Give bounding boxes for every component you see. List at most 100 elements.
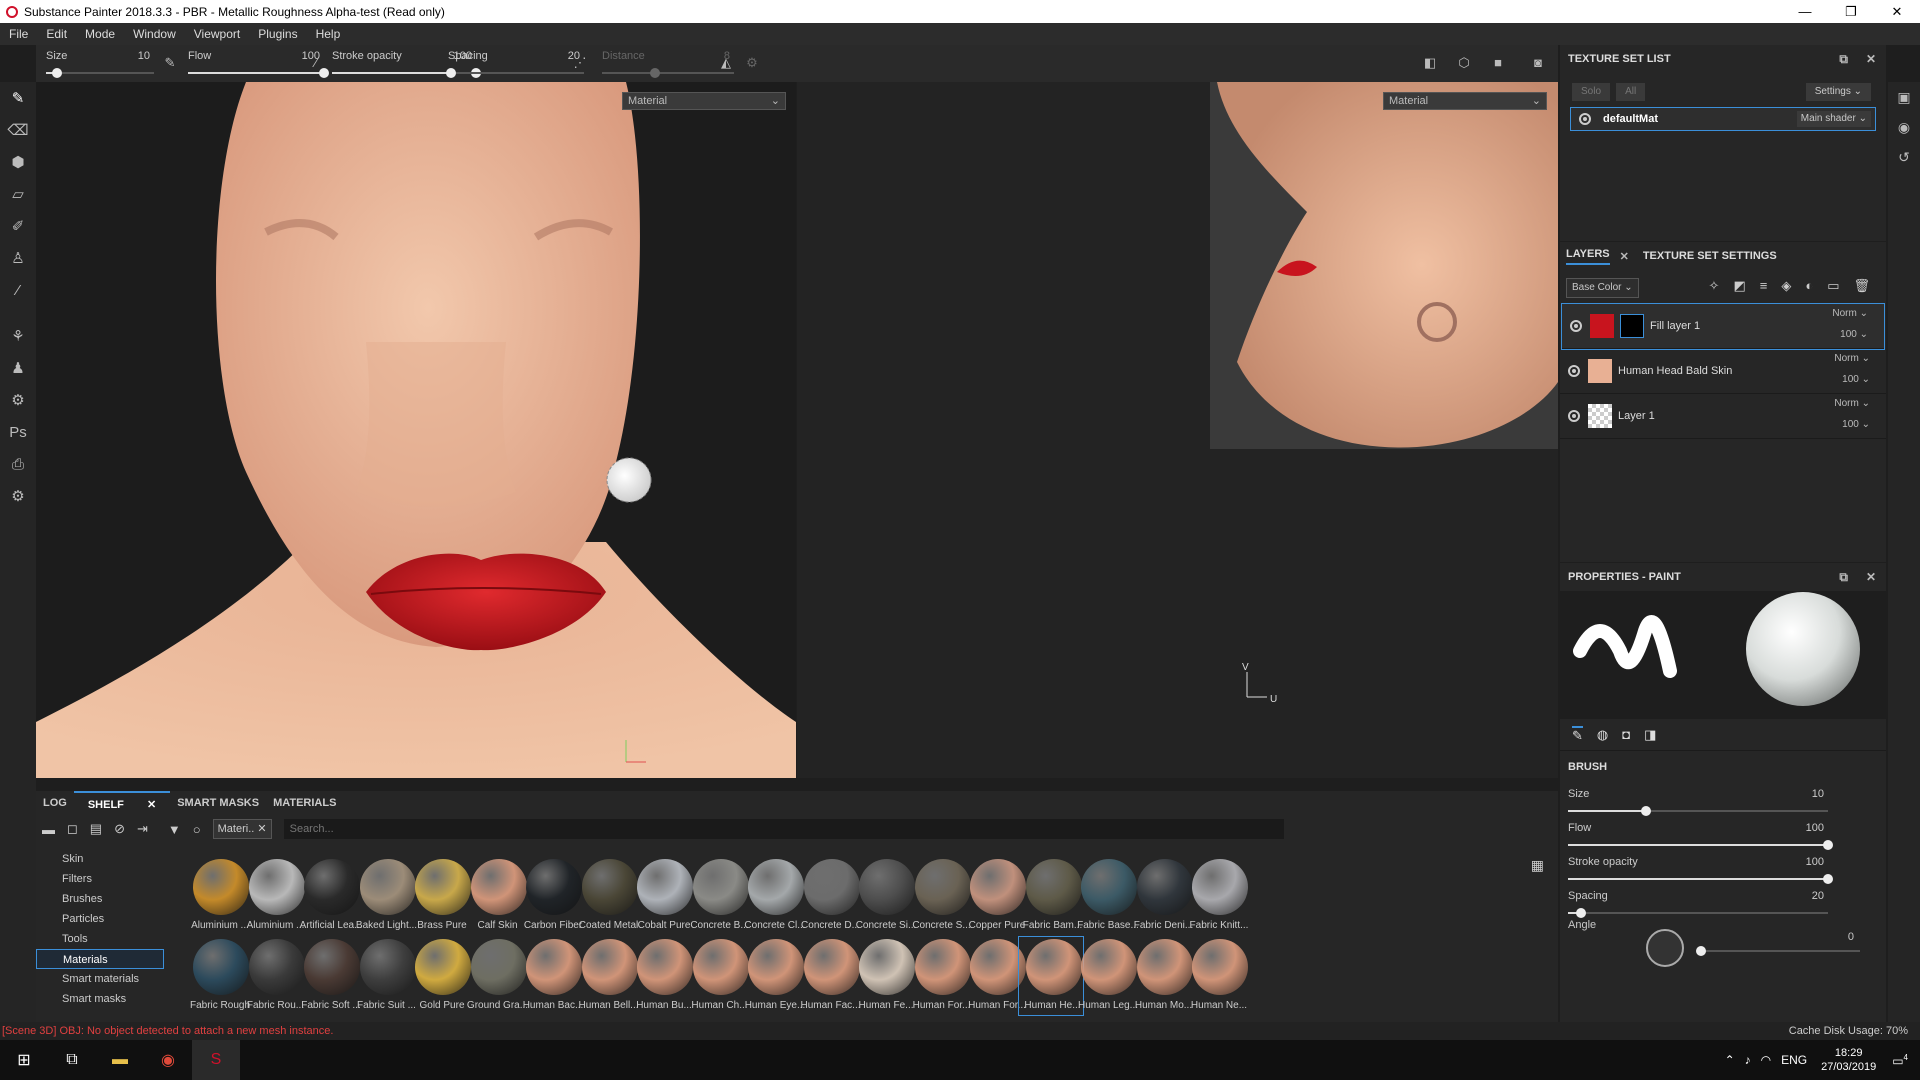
- hide-icon[interactable]: ⊘: [114, 821, 125, 837]
- category-smart-materials[interactable]: Smart materials: [36, 969, 164, 989]
- viewport-2d-material-dropdown[interactable]: Material ⌄: [1383, 92, 1547, 110]
- tab-texture-set-settings[interactable]: TEXTURE SET SETTINGS: [1643, 250, 1777, 262]
- chrome-icon[interactable]: ◉: [144, 1040, 192, 1080]
- material-item[interactable]: Aluminium ...: [242, 857, 306, 935]
- symmetry-icon[interactable]: ◭: [718, 55, 734, 71]
- add-effect-icon[interactable]: ✧: [1709, 278, 1720, 294]
- delete-layer-icon[interactable]: 🗑: [1853, 278, 1870, 294]
- history-icon[interactable]: ↺: [1888, 142, 1920, 172]
- opacity-field[interactable]: 100 ⌄: [1842, 419, 1870, 430]
- file-explorer-icon[interactable]: ▬: [96, 1040, 144, 1080]
- pen-pressure-icon[interactable]: ✎: [162, 55, 178, 71]
- category-particles[interactable]: Particles: [36, 909, 164, 929]
- panel-close-icon[interactable]: ✕: [1866, 570, 1876, 585]
- stencil-tab-icon[interactable]: ◨: [1644, 727, 1656, 743]
- material-item[interactable]: Concrete Cl...: [741, 857, 806, 935]
- settings-dropdown[interactable]: Settings ⌄: [1805, 83, 1871, 101]
- material-item[interactable]: Calf Skin: [464, 857, 528, 935]
- material-item[interactable]: Fabric Rough: [186, 937, 250, 1015]
- material-item[interactable]: Fabric Rou...: [242, 937, 306, 1015]
- prop-stroke-opacity-slider[interactable]: Stroke opacity 100: [1568, 854, 1833, 888]
- toolbar-size-slider[interactable]: Size 10: [46, 48, 154, 80]
- material-item[interactable]: Human Ne...: [1185, 937, 1249, 1015]
- layer-row-human-head-bald-skin[interactable]: Human Head Bald Skin Norm ⌄ 100 ⌄: [1560, 349, 1886, 394]
- language-indicator[interactable]: ENG: [1781, 1053, 1807, 1067]
- material-item[interactable]: Human Leg...: [1074, 937, 1138, 1015]
- material-item[interactable]: Fabric Knitt...: [1185, 857, 1249, 935]
- iray-icon[interactable]: ⚙: [0, 384, 36, 416]
- angle-slider-knob[interactable]: [1696, 946, 1706, 956]
- material-item[interactable]: Human Bac...: [519, 937, 583, 1015]
- maximize-button[interactable]: ❐: [1828, 0, 1874, 23]
- clone-icon[interactable]: ♙: [0, 242, 36, 274]
- close-icon[interactable]: ✕: [140, 799, 163, 811]
- screenshot-icon[interactable]: ◙: [1530, 55, 1546, 71]
- new-shelf-icon[interactable]: ◻: [67, 821, 78, 837]
- material-item[interactable]: Human Bu...: [630, 937, 694, 1015]
- material-item[interactable]: Gold Pure: [408, 937, 472, 1015]
- opacity-field[interactable]: 100 ⌄: [1842, 374, 1870, 385]
- substance-painter-taskbar-icon[interactable]: S: [192, 1040, 240, 1080]
- material-item[interactable]: Human Mo...: [1130, 937, 1194, 1015]
- settings-gear-icon[interactable]: ⚙: [0, 480, 36, 512]
- bake-icon[interactable]: ⚘: [0, 320, 36, 352]
- material-item[interactable]: Concrete Si...: [852, 857, 916, 935]
- projection-icon[interactable]: ⬢: [0, 146, 36, 178]
- visibility-eye-icon[interactable]: [1579, 113, 1591, 125]
- viewport-3d[interactable]: Material ⌄: [36, 82, 796, 778]
- export-resource-icon[interactable]: ⇥: [137, 821, 148, 837]
- blend-mode-dropdown[interactable]: Norm ⌄: [1834, 353, 1870, 364]
- windows-start-icon[interactable]: ⊞: [0, 1040, 48, 1080]
- material-tab-icon[interactable]: ◍: [1597, 727, 1608, 743]
- material-item[interactable]: Copper Pure: [963, 857, 1027, 935]
- import-icon[interactable]: ▤: [90, 821, 102, 837]
- close-icon[interactable]: ✕: [1620, 250, 1629, 263]
- layer-row-layer-1[interactable]: Layer 1 Norm ⌄ 100 ⌄: [1560, 394, 1886, 439]
- visibility-eye-icon[interactable]: [1570, 320, 1582, 332]
- prop-angle-control[interactable]: Angle 0: [1568, 919, 1868, 969]
- particles-icon[interactable]: ♟: [0, 352, 36, 384]
- add-mask-icon[interactable]: ◩: [1733, 278, 1745, 294]
- flow-pressure-icon[interactable]: ⁄: [308, 55, 324, 71]
- viewport-2d[interactable]: V U Material ⌄: [797, 82, 1558, 778]
- clock[interactable]: 18:29 27/03/2019: [1821, 1046, 1876, 1074]
- display-settings-icon[interactable]: ▣: [1888, 82, 1920, 112]
- smudge-icon[interactable]: ✐: [0, 210, 36, 242]
- volume-icon[interactable]: ♪: [1745, 1053, 1751, 1067]
- category-smart-masks[interactable]: Smart masks: [36, 989, 164, 1009]
- export-icon[interactable]: ⎙: [0, 448, 36, 480]
- tab-smart-masks[interactable]: SMART MASKS: [170, 791, 266, 815]
- mask-thumbnail[interactable]: [1620, 314, 1644, 338]
- material-item[interactable]: Baked Light...: [353, 857, 417, 935]
- menu-edit[interactable]: Edit: [37, 27, 76, 41]
- shader-dropdown[interactable]: Main shader ⌄: [1796, 111, 1871, 127]
- category-filters[interactable]: Filters: [36, 869, 164, 889]
- category-brushes[interactable]: Brushes: [36, 889, 164, 909]
- wifi-icon[interactable]: ◠: [1761, 1053, 1771, 1067]
- add-folder-icon[interactable]: ▭: [1827, 278, 1839, 294]
- toolbar-distance-slider[interactable]: Distance 8: [602, 48, 734, 80]
- material-item[interactable]: Human For...: [908, 937, 972, 1015]
- tab-layers[interactable]: LAYERS: [1566, 248, 1610, 265]
- notifications-icon[interactable]: ▭4: [1892, 1053, 1908, 1068]
- blend-mode-dropdown[interactable]: Norm ⌄: [1832, 308, 1868, 319]
- camera-icon[interactable]: ■: [1490, 55, 1506, 71]
- menu-help[interactable]: Help: [307, 27, 350, 41]
- lazy-mouse-icon[interactable]: ⋰: [572, 55, 588, 71]
- symmetry-settings-icon[interactable]: ⚙: [744, 55, 760, 71]
- viewport-3d-material-dropdown[interactable]: Material ⌄: [622, 92, 786, 110]
- visibility-eye-icon[interactable]: [1568, 365, 1580, 377]
- category-materials[interactable]: Materials: [36, 949, 164, 969]
- tab-log[interactable]: LOG: [36, 791, 74, 815]
- material-item[interactable]: Concrete D...: [797, 857, 861, 935]
- blend-mode-dropdown[interactable]: Norm ⌄: [1834, 398, 1870, 409]
- color-picker-icon[interactable]: ⁄: [0, 274, 36, 306]
- task-view-icon[interactable]: ⧉: [48, 1040, 96, 1080]
- menu-file[interactable]: File: [0, 27, 37, 41]
- toolbar-spacing-slider[interactable]: Spacing 20: [445, 48, 584, 80]
- eraser-icon[interactable]: ⌫: [0, 114, 36, 146]
- float-icon[interactable]: ⧉: [1839, 570, 1848, 585]
- circle-filter-icon[interactable]: ○: [193, 822, 201, 837]
- material-item[interactable]: Concrete S...: [908, 857, 972, 935]
- cube-view-icon[interactable]: ⬡: [1456, 55, 1472, 71]
